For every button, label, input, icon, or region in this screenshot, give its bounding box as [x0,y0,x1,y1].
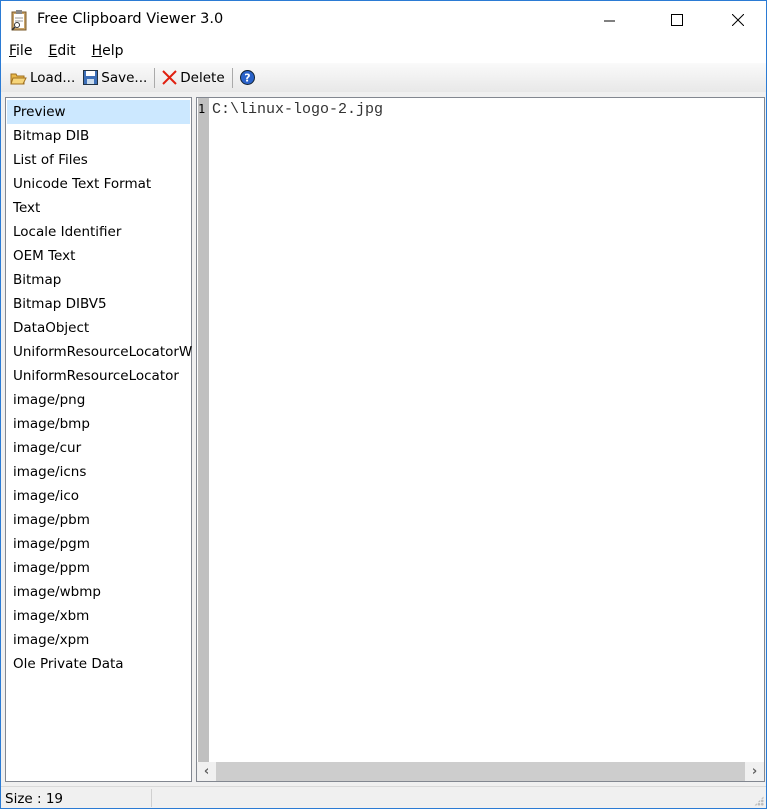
maximize-icon [671,14,683,26]
menu-bar: File Edit Help [1,39,766,63]
svg-text:?: ? [244,72,250,85]
status-bar: Size : 19 [1,786,766,808]
format-list-item[interactable]: Bitmap [7,268,190,292]
clipboard-app-icon [11,10,27,31]
title-bar: Free Clipboard Viewer 3.0 [1,1,766,39]
format-list-item[interactable]: Locale Identifier [7,220,190,244]
format-list-item[interactable]: image/pbm [7,508,190,532]
delete-button[interactable]: Delete [158,66,228,90]
scroll-left-icon[interactable]: ‹ [197,764,216,779]
toolbar-separator [231,67,233,88]
format-list-item[interactable]: UniformResourceLocatorW [7,340,192,364]
format-list-item[interactable]: image/pgm [7,532,190,556]
toolbar: Load... Save... Delete ? [1,63,766,92]
scrollbar-thumb[interactable] [216,762,745,781]
format-list-item[interactable]: image/icns [7,460,190,484]
help-icon: ? [239,70,255,85]
line-number-gutter [198,98,209,762]
close-button[interactable] [715,1,761,39]
format-list-item[interactable]: Bitmap DIBV5 [7,292,190,316]
help-button[interactable]: ? [236,66,259,90]
folder-open-icon [10,73,27,84]
status-divider [151,789,152,807]
delete-x-icon [162,70,177,85]
line-number: 1 [198,102,206,116]
format-list[interactable]: Preview Bitmap DIB List of Files Unicode Te… [5,97,192,782]
menu-help[interactable]: Help [84,39,132,63]
scroll-right-icon[interactable]: › [745,764,764,779]
format-list-item[interactable]: image/bmp [7,412,190,436]
floppy-save-icon [83,70,99,85]
resize-grip-icon[interactable] [754,796,764,806]
menu-file[interactable]: File [1,39,40,63]
save-button[interactable]: Save... [79,66,151,90]
toolbar-separator [154,67,156,88]
format-list-item[interactable]: Preview [7,100,190,124]
size-status: Size : 19 [5,791,64,807]
maximize-button[interactable] [654,1,700,39]
format-list-item[interactable]: image/png [7,388,190,412]
format-list-item[interactable]: DataObject [7,316,190,340]
load-button[interactable]: Load... [6,66,79,90]
format-list-item[interactable]: image/xbm [7,604,190,628]
editor-content[interactable]: C:\linux-logo-2.jpg [212,101,383,118]
minimize-button[interactable] [586,1,632,39]
close-icon [732,14,744,26]
format-list-item[interactable]: image/ico [7,484,190,508]
minimize-icon [603,20,615,21]
format-list-item[interactable]: List of Files [7,148,190,172]
format-list-item[interactable]: image/wbmp [7,580,190,604]
app-window: Free Clipboard Viewer 3.0 File Edit Help… [0,0,767,809]
format-list-item[interactable]: Text [7,196,190,220]
menu-edit[interactable]: Edit [40,39,83,63]
format-list-item[interactable]: OEM Text [7,244,190,268]
format-list-item[interactable]: image/xpm [7,628,190,652]
window-title: Free Clipboard Viewer 3.0 [37,11,224,27]
format-list-item[interactable]: image/cur [7,436,190,460]
format-list-item[interactable]: Ole Private Data [7,652,190,676]
preview-editor[interactable]: 1 C:\linux-logo-2.jpg ‹ › [196,97,765,782]
format-list-item[interactable]: image/ppm [7,556,190,580]
format-list-item[interactable]: Unicode Text Format [7,172,190,196]
format-list-item[interactable]: Bitmap DIB [7,124,190,148]
horizontal-scrollbar[interactable]: ‹ › [197,762,764,781]
format-list-item[interactable]: UniformResourceLocator [7,364,190,388]
